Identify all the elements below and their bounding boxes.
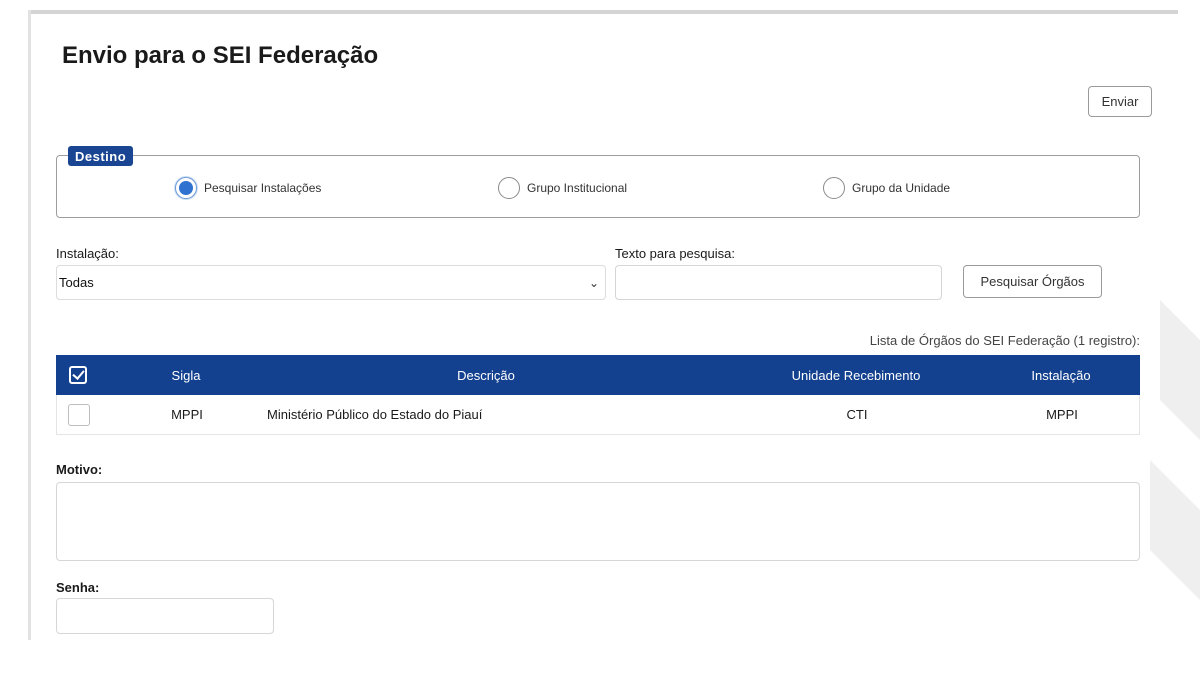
chevron-down-icon: ⌄ <box>588 275 599 290</box>
column-header-instalacao[interactable]: Instalação <box>1006 355 1116 395</box>
radio-pesquisar-instalacoes[interactable]: Pesquisar Instalações <box>175 177 321 199</box>
radio-label: Grupo da Unidade <box>852 181 951 195</box>
column-header-sigla[interactable]: Sigla <box>156 355 216 395</box>
senha-label: Senha: <box>56 580 100 595</box>
instalacao-select-value: Todas <box>59 275 94 290</box>
orgaos-table: Sigla Descrição Unidade Recebimento Inst… <box>56 355 1140 435</box>
instalacao-label: Instalação: <box>56 246 119 261</box>
column-header-descricao[interactable]: Descrição <box>296 355 676 395</box>
texto-pesquisa-input[interactable] <box>615 265 942 300</box>
radio-label: Pesquisar Instalações <box>204 181 322 195</box>
radio-button[interactable] <box>823 177 845 199</box>
cell-instalacao: MPPI <box>1046 407 1078 422</box>
column-header-unidade[interactable]: Unidade Recebimento <box>756 355 956 395</box>
check-icon <box>69 366 87 384</box>
table-header: Sigla Descrição Unidade Recebimento Inst… <box>56 355 1140 395</box>
destino-legend: Destino <box>68 146 134 166</box>
page-title: Envio para o SEI Federação <box>62 42 379 69</box>
watermark-logo-icon <box>1150 300 1200 600</box>
radio-grupo-institucional[interactable]: Grupo Institucional <box>498 177 627 199</box>
radio-button-selected[interactable] <box>175 177 197 199</box>
cell-sigla: MPPI <box>171 407 203 422</box>
enviar-button[interactable]: Enviar <box>1088 86 1152 117</box>
select-all-checkbox[interactable] <box>66 355 90 395</box>
radio-button[interactable] <box>498 177 520 199</box>
cell-unidade: CTI <box>846 407 868 422</box>
list-caption: Lista de Órgãos do SEI Federação (1 regi… <box>869 333 1140 348</box>
pesquisar-orgaos-button[interactable]: Pesquisar Órgãos <box>963 265 1102 298</box>
cell-descricao: Ministério Público do Estado do Piauí <box>267 407 483 422</box>
table-row: MPPI Ministério Público do Estado do Pia… <box>56 395 1140 435</box>
senha-input[interactable] <box>56 598 274 634</box>
radio-grupo-da-unidade[interactable]: Grupo da Unidade <box>823 177 950 199</box>
page-top-border <box>28 10 1178 14</box>
texto-pesquisa-label: Texto para pesquisa: <box>615 246 735 261</box>
radio-label: Grupo Institucional <box>527 181 628 195</box>
instalacao-select[interactable]: Todas ⌄ <box>56 265 606 300</box>
motivo-label: Motivo: <box>56 462 103 477</box>
page-left-border <box>28 10 31 640</box>
row-checkbox-cell[interactable] <box>67 395 91 434</box>
motivo-textarea[interactable] <box>56 482 1140 561</box>
row-checkbox[interactable] <box>68 403 90 426</box>
